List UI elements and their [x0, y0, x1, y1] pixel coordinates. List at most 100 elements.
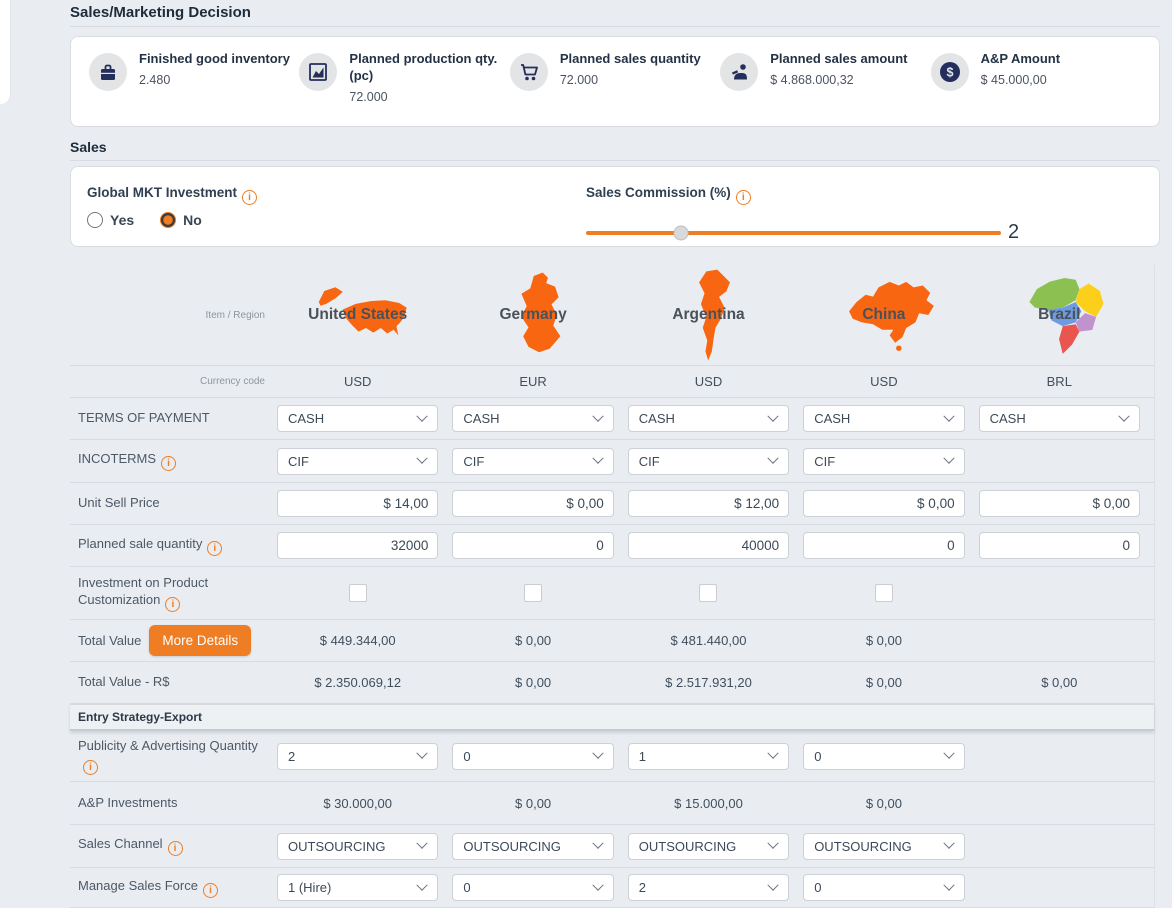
- argentina-map: [690, 267, 740, 364]
- product-customization-row: Investment on Product Customization: [70, 567, 1154, 620]
- radio-label: Yes: [110, 212, 134, 228]
- currency-de: EUR: [452, 374, 613, 389]
- publicity-qty-select-us[interactable]: 2: [277, 743, 438, 770]
- incoterms-select-us[interactable]: CIF: [277, 448, 438, 475]
- kpi-label: Planned production qty. (pc): [349, 51, 501, 85]
- global-mkt-yes-radio[interactable]: [87, 212, 103, 228]
- publicity-qty-select-cn[interactable]: 0: [803, 743, 964, 770]
- global-mkt-investment-label: Global MKT Investment: [87, 185, 237, 200]
- global-mkt-no-option[interactable]: No: [160, 212, 202, 228]
- total-value-cn: $ 0,00: [803, 633, 964, 648]
- info-icon[interactable]: [83, 760, 98, 775]
- slider-thumb[interactable]: [674, 225, 689, 240]
- region-decision-table: Item / Region United States Germany Arge…: [70, 265, 1155, 908]
- planned-qty-input-us[interactable]: [277, 532, 438, 559]
- sales-force-select-de[interactable]: 0: [452, 874, 613, 901]
- customization-checkbox-us[interactable]: [349, 584, 367, 602]
- more-details-button[interactable]: More Details: [149, 625, 251, 656]
- sales-commission-slider[interactable]: [586, 231, 1001, 235]
- total-value-row: Total Value More Details $ 449.344,00 $ …: [70, 620, 1154, 662]
- sales-force-select-ar[interactable]: 2: [628, 874, 789, 901]
- sales-channel-select-ar[interactable]: OUTSOURCING: [628, 833, 789, 860]
- publicity-quantity-row: Publicity & Advertising Quantity 2 0 1 0: [70, 731, 1154, 782]
- item-region-label: Item / Region: [70, 310, 277, 321]
- sales-channel-select-us[interactable]: OUTSOURCING: [277, 833, 438, 860]
- planned-qty-input-ar[interactable]: [628, 532, 789, 559]
- currency-code-row: Currency code USD EUR USD USD BRL: [70, 366, 1154, 398]
- row-label-manage-sales-force: Manage Sales Force: [78, 878, 198, 893]
- terms-select-ar[interactable]: CASH: [628, 405, 789, 432]
- info-icon[interactable]: [161, 456, 176, 471]
- unit-price-input-ar[interactable]: [628, 490, 789, 517]
- sales-section-title: Sales: [70, 139, 1160, 161]
- radio-label: No: [183, 212, 202, 228]
- manage-sales-force-row: Manage Sales Force 1 (Hire) 0 2 0: [70, 868, 1154, 908]
- incoterms-select-cn[interactable]: CIF: [803, 448, 964, 475]
- unit-price-input-de[interactable]: [452, 490, 613, 517]
- sales-force-select-cn[interactable]: 0: [803, 874, 964, 901]
- customization-checkbox-ar[interactable]: [699, 584, 717, 602]
- info-icon[interactable]: [736, 190, 751, 205]
- publicity-qty-select-ar[interactable]: 1: [628, 743, 789, 770]
- info-icon[interactable]: [168, 841, 183, 856]
- terms-select-de[interactable]: CASH: [452, 405, 613, 432]
- ap-investments-us: $ 30.000,00: [277, 796, 438, 811]
- kpi-summary-card: Finished good inventory 2.480 Planned pr…: [70, 36, 1160, 127]
- sales-channel-select-cn[interactable]: OUTSOURCING: [803, 833, 964, 860]
- inventory-icon: [89, 53, 127, 91]
- dollar-icon: $: [931, 53, 969, 91]
- incoterms-select-de[interactable]: CIF: [452, 448, 613, 475]
- customization-checkbox-de[interactable]: [524, 584, 542, 602]
- info-icon[interactable]: [165, 597, 180, 612]
- region-germany: Germany: [452, 265, 627, 365]
- sales-commission-field: Sales Commission (%) 2: [586, 184, 1146, 244]
- sales-marketing-page: Sales/Marketing Decision Finished good i…: [70, 0, 1160, 908]
- germany-map: [509, 269, 571, 361]
- info-icon[interactable]: [207, 541, 222, 556]
- currency-us: USD: [277, 374, 438, 389]
- incoterms-select-ar[interactable]: CIF: [628, 448, 789, 475]
- info-icon[interactable]: [242, 190, 257, 205]
- row-label-publicity-qty: Publicity & Advertising Quantity: [78, 738, 258, 753]
- row-label-incoterms: INCOTERMS: [78, 451, 156, 466]
- kpi-label: Planned sales quantity: [560, 51, 701, 68]
- planned-qty-input-br[interactable]: [979, 532, 1140, 559]
- planned-qty-input-cn[interactable]: [803, 532, 964, 559]
- sales-force-select-us[interactable]: 1 (Hire): [277, 874, 438, 901]
- sales-commission-value: 2: [1008, 221, 1019, 244]
- region-header-row: Item / Region United States Germany Arge…: [70, 265, 1154, 366]
- row-label-sales-channel: Sales Channel: [78, 836, 163, 851]
- currency-br: BRL: [979, 374, 1140, 389]
- kpi-value: $ 45.000,00: [981, 73, 1060, 87]
- total-value-ar: $ 481.440,00: [628, 633, 789, 648]
- region-brazil: Brazil: [979, 265, 1154, 365]
- kpi-value: 72.000: [349, 90, 501, 104]
- publicity-qty-select-de[interactable]: 0: [452, 743, 613, 770]
- terms-select-us[interactable]: CASH: [277, 405, 438, 432]
- row-label-customization: Investment on Product Customization: [78, 575, 208, 607]
- global-mkt-yes-option[interactable]: Yes: [87, 212, 134, 228]
- row-label-terms-of-payment: TERMS OF PAYMENT: [78, 410, 210, 425]
- unit-price-input-cn[interactable]: [803, 490, 964, 517]
- unit-price-input-br[interactable]: [979, 490, 1140, 517]
- ap-investments-cn: $ 0,00: [803, 796, 964, 811]
- row-label-planned-sale-quantity: Planned sale quantity: [78, 536, 202, 551]
- unit-price-input-us[interactable]: [277, 490, 438, 517]
- kpi-label: A&P Amount: [981, 51, 1060, 68]
- customization-checkbox-cn[interactable]: [875, 584, 893, 602]
- kpi-value: $ 4.868.000,32: [770, 73, 907, 87]
- entry-strategy-header: Entry Strategy-Export: [70, 704, 1154, 731]
- kpi-label: Planned sales amount: [770, 51, 907, 68]
- planned-qty-input-de[interactable]: [452, 532, 613, 559]
- kpi-planned-sales-amount: Planned sales amount $ 4.868.000,32: [720, 50, 930, 126]
- production-chart-icon: [299, 53, 337, 91]
- info-icon[interactable]: [203, 883, 218, 898]
- global-mkt-no-radio[interactable]: [160, 212, 176, 228]
- incoterms-row: INCOTERMS CIF CIF CIF CIF: [70, 440, 1154, 483]
- terms-select-br[interactable]: CASH: [979, 405, 1140, 432]
- row-label-unit-sell-price: Unit Sell Price: [78, 495, 160, 510]
- terms-select-cn[interactable]: CASH: [803, 405, 964, 432]
- brazil-map: [1022, 268, 1110, 362]
- sales-channel-select-de[interactable]: OUTSOURCING: [452, 833, 613, 860]
- terms-of-payment-row: TERMS OF PAYMENT CASH CASH CASH CASH CAS…: [70, 398, 1154, 440]
